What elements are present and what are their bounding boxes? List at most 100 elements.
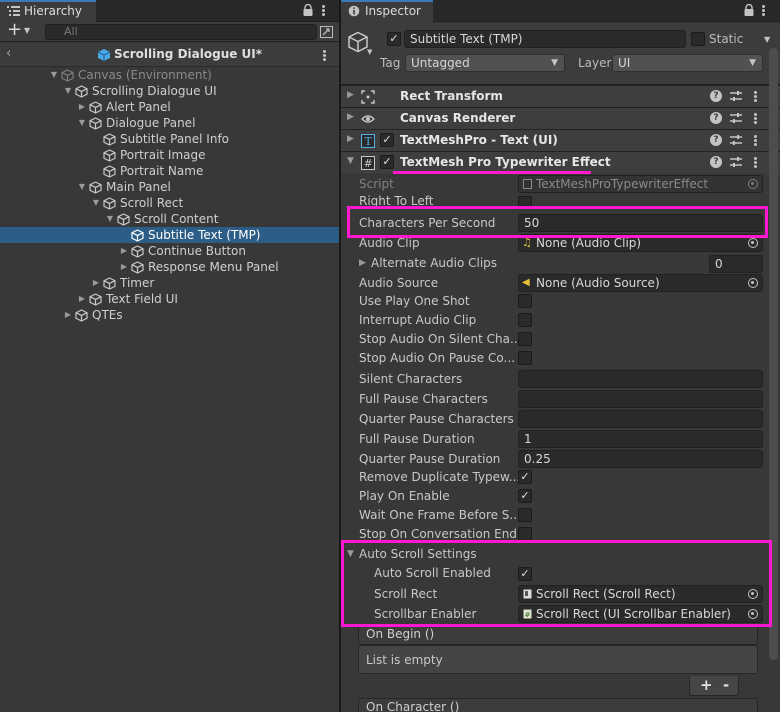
gameobject-icon xyxy=(131,229,144,242)
component-enabled-checkbox[interactable]: ✓ xyxy=(380,133,394,147)
gameobject-name-field[interactable]: Subtitle Text (TMP) xyxy=(404,30,686,48)
hierarchy-item[interactable]: ▼ Main Panel xyxy=(0,179,339,195)
hierarchy-item[interactable]: ▶ Alert Panel xyxy=(0,99,339,115)
remove-event-button[interactable]: - xyxy=(723,676,729,694)
full-pause-characters-field[interactable] xyxy=(518,390,763,408)
expand-arrow-icon[interactable]: ▶ xyxy=(359,254,366,273)
stop-on-conversation-end-checkbox[interactable] xyxy=(518,527,532,541)
lock-icon[interactable] xyxy=(303,4,313,16)
collapse-arrow-icon[interactable]: ▶ xyxy=(77,99,87,115)
hierarchy-item[interactable]: ▶ Text Field UI xyxy=(0,291,339,307)
expand-arrow-icon[interactable]: ▼ xyxy=(105,211,115,227)
object-picker-icon[interactable] xyxy=(748,278,758,288)
expand-arrow-icon[interactable]: ▼ xyxy=(63,83,73,99)
component-canvas-renderer[interactable]: ▶ Canvas Renderer ? xyxy=(341,107,780,129)
silent-characters-label: Silent Characters xyxy=(359,372,463,386)
collapse-arrow-icon[interactable]: ▶ xyxy=(63,307,73,323)
wait-one-frame-checkbox[interactable] xyxy=(518,508,532,522)
plus-icon: + xyxy=(7,19,23,40)
hierarchy-item[interactable]: ▼ Dialogue Panel xyxy=(0,115,339,131)
stop-audio-pause-checkbox[interactable] xyxy=(518,351,532,365)
collapse-arrow-icon[interactable]: ▶ xyxy=(347,90,354,100)
component-menu-icon[interactable] xyxy=(754,135,758,147)
hierarchy-menu-icon[interactable] xyxy=(322,5,326,17)
collapse-arrow-icon[interactable]: ▶ xyxy=(77,291,87,307)
search-input[interactable]: All xyxy=(45,24,317,40)
expand-arrow-icon[interactable]: ▼ xyxy=(347,156,354,166)
hierarchy-item[interactable]: ▼ Canvas (Environment) xyxy=(0,67,339,83)
hierarchy-item[interactable]: ▶ Response Menu Panel xyxy=(0,259,339,275)
alternate-audio-clips-size[interactable]: 0 xyxy=(709,255,763,273)
use-play-one-shot-checkbox[interactable] xyxy=(518,294,532,308)
help-icon[interactable]: ? xyxy=(710,112,722,124)
hierarchy-item[interactable]: ▶ Timer xyxy=(0,275,339,291)
collapse-arrow-icon[interactable]: ▶ xyxy=(91,275,101,291)
hierarchy-item[interactable]: Portrait Image xyxy=(0,147,339,163)
full-pause-duration-field[interactable]: 1 xyxy=(518,430,763,448)
inspector-menu-icon[interactable] xyxy=(762,5,766,17)
lock-icon[interactable] xyxy=(744,4,754,16)
hierarchy-item[interactable]: ▼ Scroll Content xyxy=(0,211,339,227)
help-icon[interactable]: ? xyxy=(710,90,722,102)
silent-characters-field[interactable] xyxy=(518,370,763,388)
create-button[interactable]: + ▼ xyxy=(7,19,37,42)
quarter-pause-characters-label: Quarter Pause Characters xyxy=(359,412,514,426)
scene-header[interactable]: ‹ Scrolling Dialogue UI* xyxy=(0,43,339,67)
scene-visibility-icon[interactable] xyxy=(320,26,333,38)
play-on-enable-row: Play On Enable ✓ xyxy=(341,487,771,506)
collapse-arrow-icon[interactable]: ▶ xyxy=(119,243,129,259)
remove-duplicate-checkbox[interactable]: ✓ xyxy=(518,470,532,484)
hierarchy-item[interactable]: Subtitle Text (TMP) xyxy=(0,227,339,243)
tab-inspector[interactable]: Inspector xyxy=(341,0,433,22)
help-icon[interactable]: ? xyxy=(710,134,722,146)
hierarchy-item[interactable]: ▶ Continue Button xyxy=(0,243,339,259)
expand-arrow-icon[interactable]: ▼ xyxy=(77,115,87,131)
expand-arrow-icon[interactable]: ▼ xyxy=(77,179,87,195)
expand-arrow-icon[interactable]: ▼ xyxy=(91,195,101,211)
use-play-one-shot-row: Use Play One Shot xyxy=(341,292,771,311)
gameobject-active-checkbox[interactable]: ✓ xyxy=(387,32,401,46)
alternate-audio-clips-row[interactable]: ▶ Alternate Audio Clips 0 xyxy=(341,254,771,273)
hierarchy-item[interactable]: ▼ Scrolling Dialogue UI xyxy=(0,83,339,99)
static-dropdown-icon[interactable]: ▼ xyxy=(764,35,770,44)
component-enabled-checkbox[interactable]: ✓ xyxy=(380,155,394,169)
rect-transform-icon xyxy=(361,90,375,104)
quarter-pause-characters-field[interactable] xyxy=(518,410,763,428)
component-menu-icon[interactable] xyxy=(754,91,758,103)
scene-menu-icon[interactable] xyxy=(323,50,327,62)
presets-icon[interactable] xyxy=(730,134,742,146)
icon-dropdown-icon[interactable]: ▼ xyxy=(367,48,372,56)
collapse-arrow-icon[interactable]: ▶ xyxy=(119,259,129,275)
stop-audio-silent-checkbox[interactable] xyxy=(518,332,532,346)
hierarchy-item[interactable]: Portrait Name xyxy=(0,163,339,179)
collapse-arrow-icon[interactable]: ▶ xyxy=(347,112,354,122)
collapse-arrow-icon[interactable]: ▶ xyxy=(347,134,354,144)
help-icon[interactable]: ? xyxy=(710,156,722,168)
static-checkbox[interactable] xyxy=(691,32,705,46)
play-on-enable-checkbox[interactable]: ✓ xyxy=(518,489,532,503)
quarter-pause-duration-field[interactable]: 0.25 xyxy=(518,450,763,468)
hierarchy-item[interactable]: Subtitle Panel Info xyxy=(0,131,339,147)
audio-source-field[interactable]: ◀ None (Audio Source) xyxy=(518,274,763,292)
back-arrow-icon[interactable]: ‹ xyxy=(6,46,11,61)
component-menu-icon[interactable] xyxy=(754,113,758,125)
list-empty-label: List is empty xyxy=(366,653,443,667)
component-rect-transform[interactable]: ▶ Rect Transform ? xyxy=(341,85,780,107)
layer-dropdown[interactable]: UI ▼ xyxy=(612,54,763,72)
presets-icon[interactable] xyxy=(730,90,742,102)
gameobject-cube-icon[interactable] xyxy=(347,31,369,53)
quarter-pause-characters-row: Quarter Pause Characters xyxy=(341,410,771,429)
hierarchy-item[interactable]: ▼ Scroll Rect xyxy=(0,195,339,211)
presets-icon[interactable] xyxy=(730,156,742,168)
tag-dropdown[interactable]: Untagged ▼ xyxy=(405,54,565,72)
interrupt-audio-clip-checkbox[interactable] xyxy=(518,313,532,327)
component-textmeshpro-text[interactable]: ▶ T ✓ TextMeshPro - Text (UI) ? xyxy=(341,129,780,151)
presets-icon[interactable] xyxy=(730,112,742,124)
object-picker-icon[interactable] xyxy=(748,238,758,248)
component-typewriter-effect[interactable]: ▼ # ✓ TextMesh Pro Typewriter Effect ? xyxy=(341,151,780,173)
expand-arrow-icon[interactable]: ▼ xyxy=(49,67,59,83)
add-event-button[interactable]: + xyxy=(700,676,713,694)
component-menu-icon[interactable] xyxy=(754,157,758,169)
full-pause-characters-row: Full Pause Characters xyxy=(341,390,771,409)
hierarchy-item[interactable]: ▶ QTEs xyxy=(0,307,339,323)
